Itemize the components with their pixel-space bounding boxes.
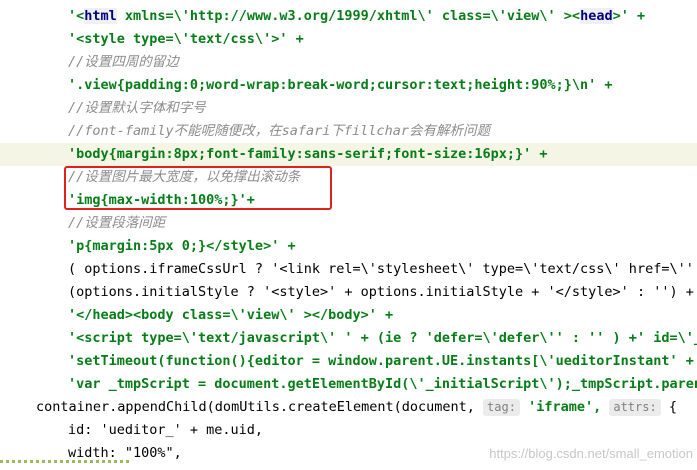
code-line: container.appendChild(domUtils.createEle…: [36, 399, 677, 416]
code-line: id: 'ueditor_' + me.uid,: [68, 422, 264, 438]
parameter-hint-attrs: attrs:: [609, 399, 661, 416]
code-line: 'setTimeout(function(){editor = window.p…: [68, 353, 697, 369]
code-line: '</head><body class=\'view\' ></body>' +: [68, 307, 394, 323]
code-line: ( options.iframeCssUrl ? '<link rel=\'st…: [68, 261, 697, 277]
warning-underline: [0, 460, 130, 463]
code-line: '<style type=\'text/css\'>' +: [68, 31, 304, 47]
code-line: '<script type=\'text/javascript\' ' + (i…: [68, 330, 697, 346]
comment-line: //font-family不能呢随便改，在safari下fillchar会有解析…: [68, 123, 490, 139]
code-line: '<html xmlns=\'http://www.w3.org/1999/xh…: [68, 8, 646, 24]
watermark: https://blog.csdn.net/small_emotion: [489, 446, 693, 461]
comment-line: //设置段落间距: [68, 215, 166, 231]
code-line: 'p{margin:5px 0;}</style>' +: [68, 238, 296, 254]
code-editor[interactable]: '<html xmlns=\'http://www.w3.org/1999/xh…: [0, 0, 697, 470]
parameter-hint-tag: tag:: [483, 399, 520, 416]
code-line: 'var _tmpScript = document.getElementByI…: [68, 376, 697, 392]
comment-line: //设置默认字体和字号: [68, 100, 206, 116]
code-line-highlighted: 'body{margin:8px;font-family:sans-serif;…: [0, 143, 697, 166]
code-line: '.view{padding:0;word-wrap:break-word;cu…: [68, 77, 613, 93]
highlight-annotation-box: [64, 166, 332, 210]
comment-line: //设置四周的留边: [68, 54, 179, 70]
code-line: (options.initialStyle ? '<style>' + opti…: [68, 284, 694, 300]
